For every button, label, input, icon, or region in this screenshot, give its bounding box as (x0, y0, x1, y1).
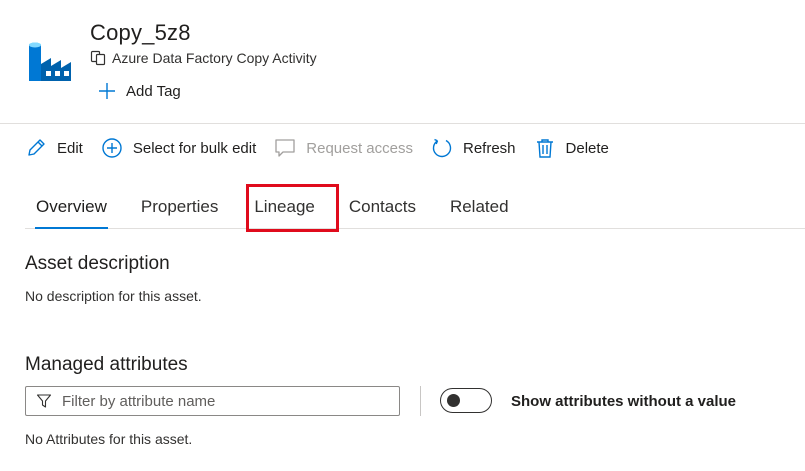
tab-bar: Overview Properties Lineage Contacts Rel… (25, 185, 805, 229)
refresh-button[interactable]: Refresh (431, 137, 516, 159)
asset-description-text: No description for this asset. (25, 288, 202, 304)
no-attributes-text: No Attributes for this asset. (25, 431, 193, 447)
show-empty-attributes-toggle[interactable] (440, 388, 492, 413)
tab-contacts[interactable]: Contacts (338, 185, 427, 227)
refresh-icon (432, 138, 452, 158)
bulk-edit-label: Select for bulk edit (132, 139, 257, 157)
comment-icon (275, 139, 295, 157)
managed-attributes-heading: Managed attributes (25, 354, 188, 375)
toolbar-separator (420, 386, 421, 416)
copy-activity-icon (90, 50, 106, 66)
attribute-filter-input[interactable] (62, 392, 382, 410)
header-divider (0, 123, 805, 124)
asset-type: Azure Data Factory Copy Activity (90, 50, 317, 66)
delete-label: Delete (565, 139, 609, 157)
attribute-filter[interactable] (25, 386, 400, 416)
edit-button[interactable]: Edit (25, 137, 83, 159)
refresh-label: Refresh (463, 139, 516, 157)
trash-icon (536, 139, 553, 158)
toggle-knob (447, 394, 460, 407)
add-tag-button[interactable]: Add Tag (98, 82, 181, 100)
plus-icon (99, 83, 115, 99)
page-title: Copy_5z8 (90, 20, 191, 45)
asset-type-label: Azure Data Factory Copy Activity (112, 50, 317, 66)
delete-button[interactable]: Delete (534, 137, 609, 159)
add-tag-label: Add Tag (126, 82, 181, 100)
show-empty-attributes-label: Show attributes without a value (511, 393, 737, 410)
asset-description-heading: Asset description (25, 253, 170, 274)
pencil-icon (28, 139, 45, 156)
tab-properties[interactable]: Properties (130, 185, 229, 227)
request-access-label: Request access (306, 139, 413, 157)
edit-label: Edit (57, 139, 83, 157)
factory-icon (29, 42, 71, 81)
asset-header: Copy_5z8 Azure Data Factory Copy Activit… (0, 0, 805, 118)
filter-icon (36, 394, 52, 408)
bulk-edit-button[interactable]: Select for bulk edit (101, 137, 256, 159)
tab-related[interactable]: Related (439, 185, 520, 227)
tab-overview[interactable]: Overview (25, 185, 118, 229)
tab-lineage[interactable]: Lineage (243, 185, 326, 227)
request-access-button[interactable]: Request access (274, 137, 413, 159)
add-circle-icon (102, 138, 122, 158)
command-bar: Edit Select for bulk edit Request access… (25, 130, 627, 166)
